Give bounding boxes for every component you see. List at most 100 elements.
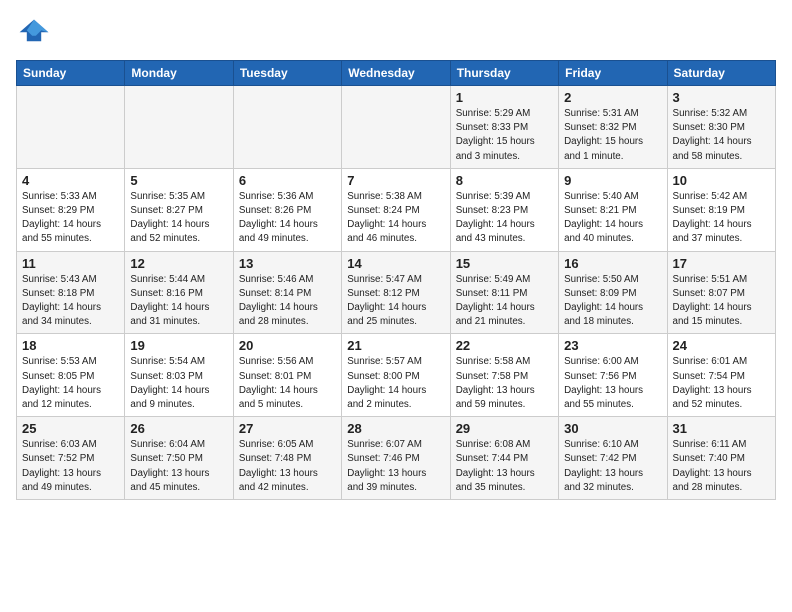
day-number: 1 — [456, 90, 553, 105]
day-info: Sunrise: 6:07 AM Sunset: 7:46 PM Dayligh… — [347, 438, 444, 495]
day-number: 3 — [673, 90, 770, 105]
logo-icon — [16, 16, 52, 52]
day-number: 31 — [673, 421, 770, 436]
day-info: Sunrise: 5:32 AM Sunset: 8:30 PM Dayligh… — [673, 107, 770, 164]
calendar-cell: 26 Sunrise: 6:04 AM Sunset: 7:50 PM Dayli… — [125, 417, 233, 500]
calendar-cell: 12 Sunrise: 5:44 AM Sunset: 8:16 PM Dayli… — [125, 251, 233, 334]
calendar-cell: 14Sunrise: 5:47 AM Sunset: 8:12 PM Dayli… — [342, 251, 450, 334]
day-info: Sunrise: 5:35 AM Sunset: 8:27 PM Dayligh… — [130, 190, 227, 247]
day-info: Sunrise: 6:10 AM Sunset: 7:42 PM Dayligh… — [564, 438, 661, 495]
day-info: Sunrise: 5:57 AM Sunset: 8:00 PM Dayligh… — [347, 355, 444, 412]
day-number: 29 — [456, 421, 553, 436]
calendar-cell — [125, 86, 233, 169]
day-number: 16 — [564, 256, 661, 271]
weekday-header-saturday: Saturday — [667, 61, 775, 86]
calendar-cell: 31 Sunrise: 6:11 AM Sunset: 7:40 PM Dayli… — [667, 417, 775, 500]
day-number: 8 — [456, 173, 553, 188]
calendar-cell: 27Sunrise: 6:05 AM Sunset: 7:48 PM Dayli… — [233, 417, 341, 500]
calendar-cell: 25Sunrise: 6:03 AM Sunset: 7:52 PM Dayli… — [17, 417, 125, 500]
day-number: 10 — [673, 173, 770, 188]
week-row-2: 4Sunrise: 5:33 AM Sunset: 8:29 PM Daylig… — [17, 168, 776, 251]
day-info: Sunrise: 5:42 AM Sunset: 8:19 PM Dayligh… — [673, 190, 770, 247]
calendar-cell: 11Sunrise: 5:43 AM Sunset: 8:18 PM Dayli… — [17, 251, 125, 334]
weekday-header-wednesday: Wednesday — [342, 61, 450, 86]
day-number: 15 — [456, 256, 553, 271]
calendar-cell: 23 Sunrise: 6:00 AM Sunset: 7:56 PM Dayli… — [559, 334, 667, 417]
day-number: 26 — [130, 421, 227, 436]
day-number: 14 — [347, 256, 444, 271]
day-info: Sunrise: 5:50 AM Sunset: 8:09 PM Dayligh… — [564, 273, 661, 330]
day-number: 20 — [239, 338, 336, 353]
day-number: 22 — [456, 338, 553, 353]
calendar-cell: 28 Sunrise: 6:07 AM Sunset: 7:46 PM Dayli… — [342, 417, 450, 500]
calendar-cell: 2 Sunrise: 5:31 AM Sunset: 8:32 PM Daylig… — [559, 86, 667, 169]
day-info: Sunrise: 6:01 AM Sunset: 7:54 PM Dayligh… — [673, 355, 770, 412]
day-info: Sunrise: 5:49 AM Sunset: 8:11 PM Dayligh… — [456, 273, 553, 330]
calendar-cell: 22Sunrise: 5:58 AM Sunset: 7:58 PM Dayli… — [450, 334, 558, 417]
day-number: 2 — [564, 90, 661, 105]
day-number: 13 — [239, 256, 336, 271]
day-info: Sunrise: 5:39 AM Sunset: 8:23 PM Dayligh… — [456, 190, 553, 247]
calendar-cell — [17, 86, 125, 169]
week-row-1: 1 Sunrise: 5:29 AM Sunset: 8:33 PM Daylig… — [17, 86, 776, 169]
day-number: 12 — [130, 256, 227, 271]
calendar-cell: 18 Sunrise: 5:53 AM Sunset: 8:05 PM Dayli… — [17, 334, 125, 417]
day-info: Sunrise: 6:04 AM Sunset: 7:50 PM Dayligh… — [130, 438, 227, 495]
calendar-cell: 20 Sunrise: 5:56 AM Sunset: 8:01 PM Dayli… — [233, 334, 341, 417]
calendar-cell: 7 Sunrise: 5:38 AM Sunset: 8:24 PM Daylig… — [342, 168, 450, 251]
day-number: 5 — [130, 173, 227, 188]
calendar-cell: 16 Sunrise: 5:50 AM Sunset: 8:09 PM Dayli… — [559, 251, 667, 334]
calendar-cell: 19Sunrise: 5:54 AM Sunset: 8:03 PM Dayli… — [125, 334, 233, 417]
day-info: Sunrise: 5:53 AM Sunset: 8:05 PM Dayligh… — [22, 355, 119, 412]
calendar-cell: 9 Sunrise: 5:40 AM Sunset: 8:21 PM Daylig… — [559, 168, 667, 251]
week-row-4: 18 Sunrise: 5:53 AM Sunset: 8:05 PM Dayli… — [17, 334, 776, 417]
day-info: Sunrise: 5:38 AM Sunset: 8:24 PM Dayligh… — [347, 190, 444, 247]
day-info: Sunrise: 5:31 AM Sunset: 8:32 PM Dayligh… — [564, 107, 661, 164]
day-number: 21 — [347, 338, 444, 353]
day-number: 24 — [673, 338, 770, 353]
calendar-cell: 5 Sunrise: 5:35 AM Sunset: 8:27 PM Daylig… — [125, 168, 233, 251]
weekday-header-thursday: Thursday — [450, 61, 558, 86]
day-number: 25 — [22, 421, 119, 436]
calendar-cell: 4Sunrise: 5:33 AM Sunset: 8:29 PM Daylig… — [17, 168, 125, 251]
day-info: Sunrise: 5:40 AM Sunset: 8:21 PM Dayligh… — [564, 190, 661, 247]
weekday-header-tuesday: Tuesday — [233, 61, 341, 86]
calendar-cell: 24 Sunrise: 6:01 AM Sunset: 7:54 PM Dayli… — [667, 334, 775, 417]
day-number: 23 — [564, 338, 661, 353]
day-number: 17 — [673, 256, 770, 271]
day-info: Sunrise: 6:00 AM Sunset: 7:56 PM Dayligh… — [564, 355, 661, 412]
day-number: 11 — [22, 256, 119, 271]
calendar-cell: 6 Sunrise: 5:36 AM Sunset: 8:26 PM Daylig… — [233, 168, 341, 251]
calendar-cell: 1 Sunrise: 5:29 AM Sunset: 8:33 PM Daylig… — [450, 86, 558, 169]
day-number: 28 — [347, 421, 444, 436]
calendar-cell: 30 Sunrise: 6:10 AM Sunset: 7:42 PM Dayli… — [559, 417, 667, 500]
day-number: 9 — [564, 173, 661, 188]
day-info: Sunrise: 5:33 AM Sunset: 8:29 PM Dayligh… — [22, 190, 119, 247]
day-info: Sunrise: 6:08 AM Sunset: 7:44 PM Dayligh… — [456, 438, 553, 495]
calendar-cell: 10 Sunrise: 5:42 AM Sunset: 8:19 PM Dayli… — [667, 168, 775, 251]
calendar-cell: 21 Sunrise: 5:57 AM Sunset: 8:00 PM Dayli… — [342, 334, 450, 417]
day-info: Sunrise: 5:56 AM Sunset: 8:01 PM Dayligh… — [239, 355, 336, 412]
day-number: 30 — [564, 421, 661, 436]
weekday-header-monday: Monday — [125, 61, 233, 86]
week-row-3: 11Sunrise: 5:43 AM Sunset: 8:18 PM Dayli… — [17, 251, 776, 334]
week-row-5: 25Sunrise: 6:03 AM Sunset: 7:52 PM Dayli… — [17, 417, 776, 500]
day-info: Sunrise: 6:11 AM Sunset: 7:40 PM Dayligh… — [673, 438, 770, 495]
weekday-header-row: SundayMondayTuesdayWednesdayThursdayFrid… — [17, 61, 776, 86]
day-info: Sunrise: 5:36 AM Sunset: 8:26 PM Dayligh… — [239, 190, 336, 247]
day-number: 7 — [347, 173, 444, 188]
weekday-header-sunday: Sunday — [17, 61, 125, 86]
day-number: 6 — [239, 173, 336, 188]
weekday-header-friday: Friday — [559, 61, 667, 86]
day-number: 18 — [22, 338, 119, 353]
day-info: Sunrise: 5:29 AM Sunset: 8:33 PM Dayligh… — [456, 107, 553, 164]
day-info: Sunrise: 5:51 AM Sunset: 8:07 PM Dayligh… — [673, 273, 770, 330]
day-info: Sunrise: 5:54 AM Sunset: 8:03 PM Dayligh… — [130, 355, 227, 412]
day-info: Sunrise: 6:05 AM Sunset: 7:48 PM Dayligh… — [239, 438, 336, 495]
day-info: Sunrise: 5:44 AM Sunset: 8:16 PM Dayligh… — [130, 273, 227, 330]
calendar-cell — [342, 86, 450, 169]
calendar-cell: 15 Sunrise: 5:49 AM Sunset: 8:11 PM Dayli… — [450, 251, 558, 334]
page-header — [16, 16, 776, 52]
calendar-cell — [233, 86, 341, 169]
day-info: Sunrise: 5:46 AM Sunset: 8:14 PM Dayligh… — [239, 273, 336, 330]
